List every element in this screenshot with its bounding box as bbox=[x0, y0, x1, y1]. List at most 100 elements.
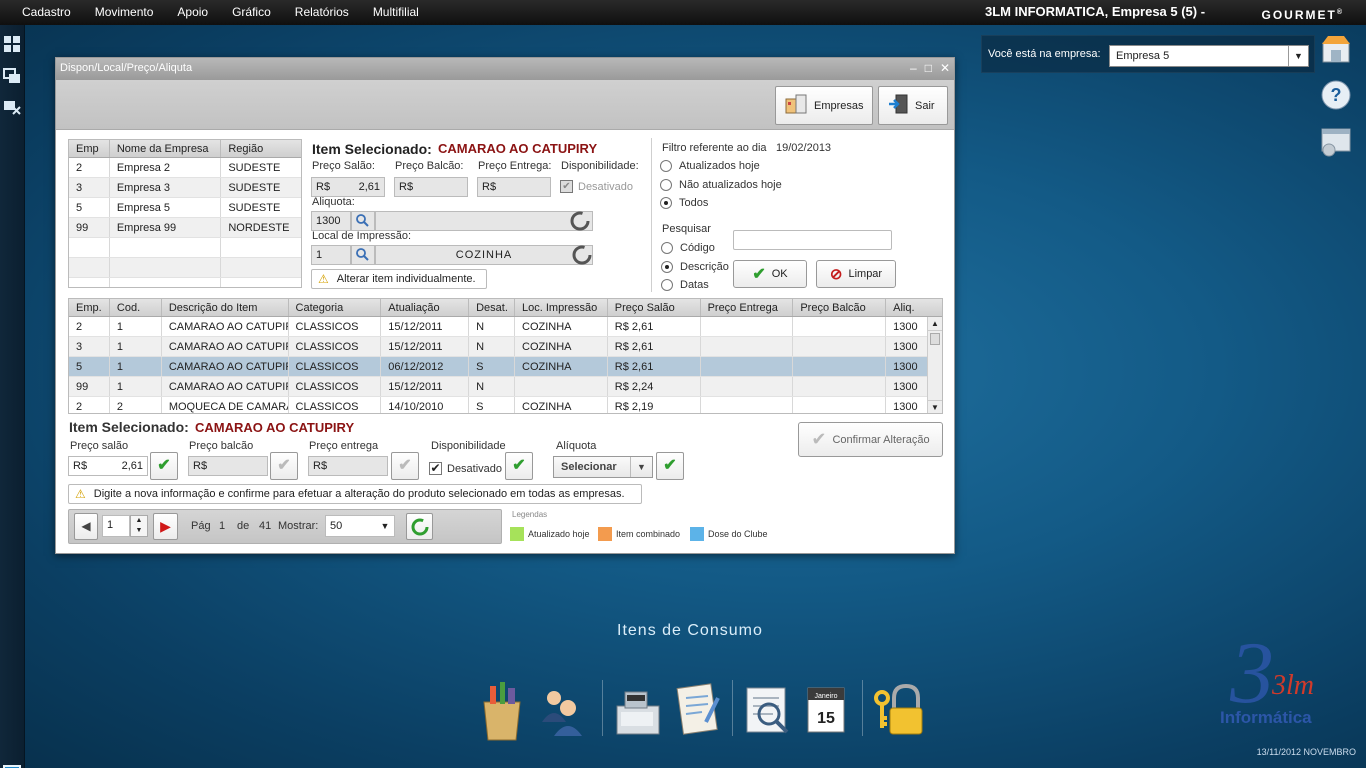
radio-atualizados-hoje[interactable] bbox=[660, 160, 672, 172]
help-icon[interactable]: ? bbox=[1320, 79, 1352, 111]
edit-desativado-checkbox[interactable]: ✔ bbox=[429, 462, 442, 475]
table-row[interactable]: 2 1 CAMARAO AO CATUPIRY CLASSICOS 15/12/2011… bbox=[69, 317, 942, 337]
table-row[interactable]: 99 Empresa 99 NORDESTE bbox=[69, 218, 301, 238]
radio-descricao[interactable] bbox=[661, 261, 673, 273]
keys-lock-icon[interactable] bbox=[872, 678, 924, 735]
stepper-up-icon[interactable]: ▲ bbox=[131, 516, 147, 526]
col-emp[interactable]: Emp. bbox=[69, 299, 110, 316]
preco-entrega-field[interactable]: R$ bbox=[477, 177, 551, 197]
page-input[interactable]: 1 bbox=[102, 515, 130, 537]
col-preco-entrega[interactable]: Preço Entrega bbox=[701, 299, 794, 316]
desativado-checkbox[interactable]: ✔ bbox=[560, 180, 573, 193]
aliquota-search-button[interactable] bbox=[351, 211, 375, 231]
per-page-select[interactable]: 50 ▼ bbox=[325, 515, 395, 537]
confirm-salao-button[interactable]: ✔ bbox=[150, 452, 178, 480]
local-search-button[interactable] bbox=[351, 245, 375, 265]
radio-codigo[interactable] bbox=[661, 242, 673, 254]
stepper-down-icon[interactable]: ▼ bbox=[131, 526, 147, 536]
col-preco-salao[interactable]: Preço Salão bbox=[608, 299, 701, 316]
limpar-button[interactable]: ⊘ Limpar bbox=[816, 260, 896, 288]
scroll-thumb[interactable] bbox=[930, 333, 940, 345]
clipboard-icon[interactable] bbox=[672, 678, 724, 735]
col-loc-impressao[interactable]: Loc. Impressão bbox=[515, 299, 608, 316]
col-aliq[interactable]: Aliq. bbox=[886, 299, 942, 316]
confirmar-alteracao-button[interactable]: ✔ Confirmar Alteração bbox=[798, 422, 943, 457]
3lm-logo: 3 3lm Informática bbox=[1220, 625, 1350, 732]
pag-label: Pág bbox=[191, 520, 211, 532]
table-row[interactable]: 5 Empresa 5 SUDESTE bbox=[69, 198, 301, 218]
ok-button[interactable]: ✔ OK bbox=[733, 260, 807, 288]
table-row[interactable]: 5 1 CAMARAO AO CATUPIRY CLASSICOS 06/12/2012… bbox=[69, 357, 942, 377]
users-icon[interactable] bbox=[538, 678, 590, 736]
table-row[interactable]: 3 1 CAMARAO AO CATUPIRY CLASSICOS 15/12/2011… bbox=[69, 337, 942, 357]
prev-page-icon[interactable]: ◀ bbox=[74, 513, 98, 540]
empresa-select[interactable]: Empresa 5 ▼ bbox=[1109, 45, 1309, 67]
refresh-icon[interactable] bbox=[569, 210, 591, 235]
aliquota-code-field[interactable]: 1300 bbox=[311, 211, 351, 231]
refresh-icon[interactable] bbox=[571, 244, 593, 269]
menu-movimento[interactable]: Movimento bbox=[83, 0, 166, 25]
edit-preco-salao-input[interactable]: R$ 2,61 bbox=[68, 456, 148, 476]
radio-todos[interactable] bbox=[660, 197, 672, 209]
col-preco-balcao[interactable]: Preço Balcão bbox=[793, 299, 887, 316]
radio-datas[interactable] bbox=[661, 279, 673, 291]
col-desat[interactable]: Desat. bbox=[469, 299, 515, 316]
table-row[interactable]: 99 1 CAMARAO AO CATUPIRY CLASSICOS 15/12/201… bbox=[69, 377, 942, 397]
local-code-field[interactable]: 1 bbox=[311, 245, 351, 265]
menu-cadastro[interactable]: Cadastro bbox=[0, 0, 83, 25]
table-row[interactable]: 3 Empresa 3 SUDESTE bbox=[69, 178, 301, 198]
tile-windows-icon[interactable] bbox=[3, 35, 21, 53]
cascade-windows-icon[interactable] bbox=[3, 67, 21, 85]
reload-button[interactable] bbox=[406, 513, 433, 540]
scroll-up-icon[interactable]: ▲ bbox=[928, 317, 942, 331]
col-regiao[interactable]: Região bbox=[221, 140, 301, 157]
col-descricao[interactable]: Descrição do Item bbox=[162, 299, 289, 316]
next-page-icon[interactable]: ▶ bbox=[153, 513, 178, 540]
confirm-disp-button[interactable]: ✔ bbox=[505, 452, 533, 480]
close-windows-icon[interactable] bbox=[3, 98, 21, 116]
confirm-balcao-button[interactable]: ✔ bbox=[270, 452, 298, 480]
menu-apoio[interactable]: Apoio bbox=[165, 0, 220, 25]
calendar-icon[interactable]: Janeiro 15 bbox=[802, 678, 854, 734]
empresas-button[interactable]: Empresas bbox=[775, 86, 873, 125]
col-atualizacao[interactable]: Atualiação bbox=[381, 299, 470, 316]
minimize-icon[interactable]: – bbox=[910, 58, 917, 78]
table-row[interactable]: 22MOQUECA DE CAMARAOCLASSICOS14/10/2010S… bbox=[69, 397, 942, 413]
search-document-icon[interactable] bbox=[743, 678, 795, 734]
confirm-aliquota-button[interactable]: ✔ bbox=[656, 452, 684, 480]
store-icon[interactable] bbox=[1320, 33, 1352, 65]
search-icon bbox=[356, 248, 369, 261]
confirm-entrega-button[interactable]: ✔ bbox=[391, 452, 419, 480]
radio-nao-atualizados[interactable] bbox=[660, 179, 672, 191]
col-cod[interactable]: Cod. bbox=[110, 299, 162, 316]
col-categoria[interactable]: Categoria bbox=[289, 299, 382, 316]
filtro-label: Filtro referente ao dia bbox=[662, 142, 767, 154]
close-icon[interactable]: ✕ bbox=[940, 58, 950, 78]
col-nome-empresa[interactable]: Nome da Empresa bbox=[110, 140, 222, 157]
cell: R$ 2,61 bbox=[608, 357, 701, 376]
page-stepper[interactable]: ▲ ▼ bbox=[130, 515, 148, 537]
edit-preco-balcao-input[interactable]: R$ bbox=[188, 456, 268, 476]
col-emp[interactable]: Emp bbox=[69, 140, 110, 157]
preco-balcao-field[interactable]: R$ bbox=[394, 177, 468, 197]
maximize-icon[interactable]: □ bbox=[925, 58, 932, 78]
currency-label: R$ bbox=[482, 181, 497, 193]
preco-salao-field[interactable]: R$ 2,61 bbox=[311, 177, 385, 197]
menu-multifilial[interactable]: Multifilial bbox=[361, 0, 431, 25]
grocery-bag-icon[interactable] bbox=[476, 678, 528, 741]
menu-relatorios[interactable]: Relatórios bbox=[283, 0, 361, 25]
window-settings-icon[interactable] bbox=[1320, 126, 1352, 158]
cash-register-icon[interactable] bbox=[613, 678, 665, 735]
table-row[interactable]: 2 Empresa 2 SUDESTE bbox=[69, 158, 301, 178]
menu-grafico[interactable]: Gráfico bbox=[220, 0, 283, 25]
currency-label: R$ bbox=[73, 460, 88, 472]
edit-preco-entrega-input[interactable]: R$ bbox=[308, 456, 388, 476]
pesquisar-input[interactable] bbox=[733, 230, 892, 250]
aliquota-select[interactable]: Selecionar ▼ bbox=[553, 456, 653, 478]
scrollbar[interactable]: ▲ ▼ bbox=[927, 317, 942, 413]
alterar-individual-button[interactable]: ⚠ Alterar item individualmente. bbox=[311, 269, 487, 289]
cell: 14/10/2010 bbox=[381, 397, 470, 413]
cell: S bbox=[469, 397, 515, 413]
scroll-down-icon[interactable]: ▼ bbox=[928, 400, 942, 413]
sair-button[interactable]: Sair bbox=[878, 86, 948, 125]
